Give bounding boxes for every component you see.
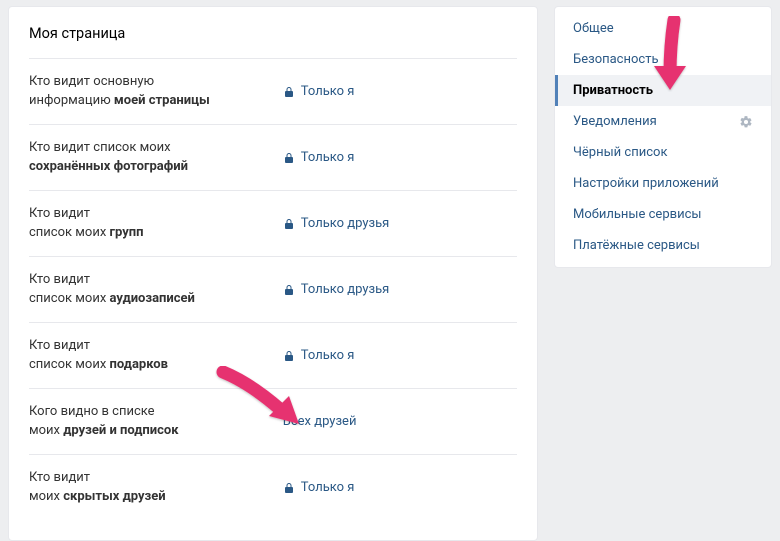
setting-label: Кто видит список моихсохранённых фотогра… — [29, 139, 283, 177]
sidebar-item[interactable]: Мобильные сервисы — [555, 199, 771, 230]
setting-value-text: Только друзья — [301, 216, 390, 231]
sidebar-item[interactable]: Уведомления — [555, 106, 771, 137]
lock-icon — [283, 86, 295, 98]
sidebar-item-label: Настройки приложений — [573, 176, 719, 191]
settings-list: Кто видит основнуюинформацию моей страни… — [29, 58, 517, 520]
sidebar-item-label: Чёрный список — [573, 145, 667, 160]
privacy-setting-row: Кто видит основнуюинформацию моей страни… — [29, 58, 517, 124]
privacy-setting-row: Кто видит список моихсохранённых фотогра… — [29, 124, 517, 190]
setting-value-dropdown[interactable]: Только друзья — [283, 282, 517, 297]
sidebar-item-label: Мобильные сервисы — [573, 207, 701, 222]
setting-value-text: Всех друзей — [283, 414, 357, 429]
setting-label: Кто видитмоих скрытых друзей — [29, 469, 283, 507]
page-title: Моя страница — [29, 7, 517, 58]
sidebar-item[interactable]: Общее — [555, 13, 771, 44]
gear-icon[interactable] — [739, 115, 753, 129]
setting-value-dropdown[interactable]: Только я — [283, 348, 517, 363]
setting-value-text: Только друзья — [301, 282, 390, 297]
setting-value-text: Только я — [301, 150, 355, 165]
sidebar-item[interactable]: Приватность — [555, 75, 771, 106]
setting-value-text: Только я — [301, 84, 355, 99]
setting-value-dropdown[interactable]: Только я — [283, 150, 517, 165]
privacy-setting-row: Кто видитсписок моих подарков Только я — [29, 322, 517, 388]
lock-icon — [283, 284, 295, 296]
setting-label: Кто видит основнуюинформацию моей страни… — [29, 73, 283, 111]
privacy-settings-panel: Моя страница Кто видит основнуюинформаци… — [8, 6, 538, 541]
sidebar-item[interactable]: Безопасность — [555, 44, 771, 75]
settings-nav-sidebar: Общее Безопасность Приватность Уведомления Ч… — [554, 6, 772, 268]
setting-value-text: Только я — [301, 348, 355, 363]
setting-value-dropdown[interactable]: Только я — [283, 480, 517, 495]
privacy-setting-row: Кто видитмоих скрытых друзей Только я — [29, 454, 517, 520]
sidebar-item-label: Уведомления — [573, 114, 657, 129]
lock-icon — [283, 350, 295, 362]
sidebar-item-label: Платёжные сервисы — [573, 238, 700, 253]
setting-value-dropdown[interactable]: Только я — [283, 84, 517, 99]
setting-label: Кого видно в спискемоих друзей и подписо… — [29, 403, 283, 441]
sidebar-item[interactable]: Чёрный список — [555, 137, 771, 168]
privacy-setting-row: Кто видитсписок моих групп Только друзья — [29, 190, 517, 256]
setting-label: Кто видитсписок моих подарков — [29, 337, 283, 375]
sidebar-item[interactable]: Платёжные сервисы — [555, 230, 771, 261]
sidebar-item[interactable]: Настройки приложений — [555, 168, 771, 199]
privacy-setting-row: Кто видитсписок моих аудиозаписей Только … — [29, 256, 517, 322]
setting-value-dropdown[interactable]: Всех друзей — [283, 414, 517, 429]
privacy-setting-row: Кого видно в спискемоих друзей и подписо… — [29, 388, 517, 454]
lock-icon — [283, 218, 295, 230]
sidebar-item-label: Приватность — [573, 83, 653, 98]
setting-label: Кто видитсписок моих аудиозаписей — [29, 271, 283, 309]
setting-label: Кто видитсписок моих групп — [29, 205, 283, 243]
lock-icon — [283, 482, 295, 494]
setting-value-text: Только я — [301, 480, 355, 495]
lock-icon — [283, 152, 295, 164]
setting-value-dropdown[interactable]: Только друзья — [283, 216, 517, 231]
sidebar-item-label: Безопасность — [573, 52, 659, 67]
sidebar-item-label: Общее — [573, 21, 614, 36]
